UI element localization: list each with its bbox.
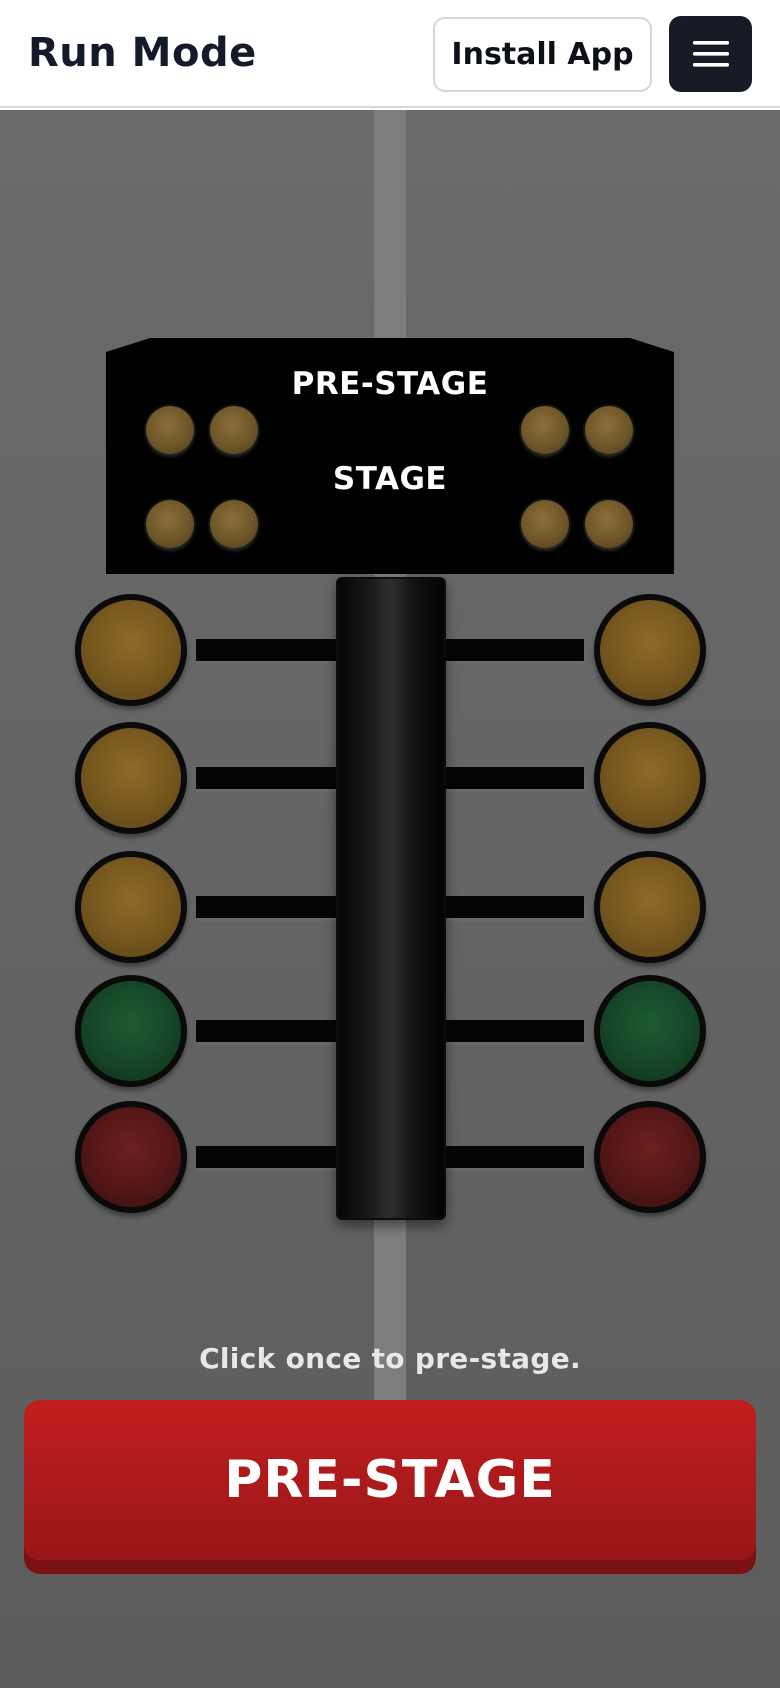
green-light-right: [594, 975, 706, 1087]
amber-light-left-2: [75, 722, 187, 834]
stage-bulb-right-2: [585, 500, 633, 548]
stage-label: STAGE: [332, 461, 448, 497]
tree-arm: [196, 639, 338, 661]
hamburger-menu-icon: [692, 41, 729, 67]
tree-arm: [196, 1146, 338, 1168]
stage-bulb-left-1: [146, 500, 194, 548]
tree-arm: [444, 1020, 584, 1042]
staging-light-box: PRE-STAGE STAGE: [106, 338, 674, 574]
tree-arm: [196, 1020, 338, 1042]
tree-arm: [444, 1146, 584, 1168]
page-title: Run Mode: [28, 30, 257, 76]
stage-bulb-left-2: [210, 500, 258, 548]
prestage-bulb-right-1: [521, 406, 569, 454]
amber-light-right-1: [594, 594, 706, 706]
tree-arm: [196, 767, 338, 789]
stage-bulb-right-1: [521, 500, 569, 548]
amber-light-left-1: [75, 594, 187, 706]
app-header: Run Mode Install App: [0, 0, 780, 108]
menu-button[interactable]: [669, 16, 752, 92]
instruction-text: Click once to pre-stage.: [199, 1342, 581, 1375]
green-light-left: [75, 975, 187, 1087]
prestage-button[interactable]: PRE-STAGE: [24, 1400, 756, 1560]
amber-light-left-3: [75, 851, 187, 963]
amber-light-right-3: [594, 851, 706, 963]
tree-arm: [444, 639, 584, 661]
christmas-tree-pole: [336, 577, 446, 1220]
prestage-bulb-left-2: [210, 406, 258, 454]
install-app-button[interactable]: Install App: [433, 17, 652, 92]
prestage-bulb-left-1: [146, 406, 194, 454]
tree-arm: [444, 896, 584, 918]
tree-arm: [196, 896, 338, 918]
red-light-right: [594, 1101, 706, 1213]
amber-light-right-2: [594, 722, 706, 834]
prestage-bulb-right-2: [585, 406, 633, 454]
tree-arm: [444, 767, 584, 789]
prestage-label: PRE-STAGE: [291, 366, 489, 402]
red-light-left: [75, 1101, 187, 1213]
